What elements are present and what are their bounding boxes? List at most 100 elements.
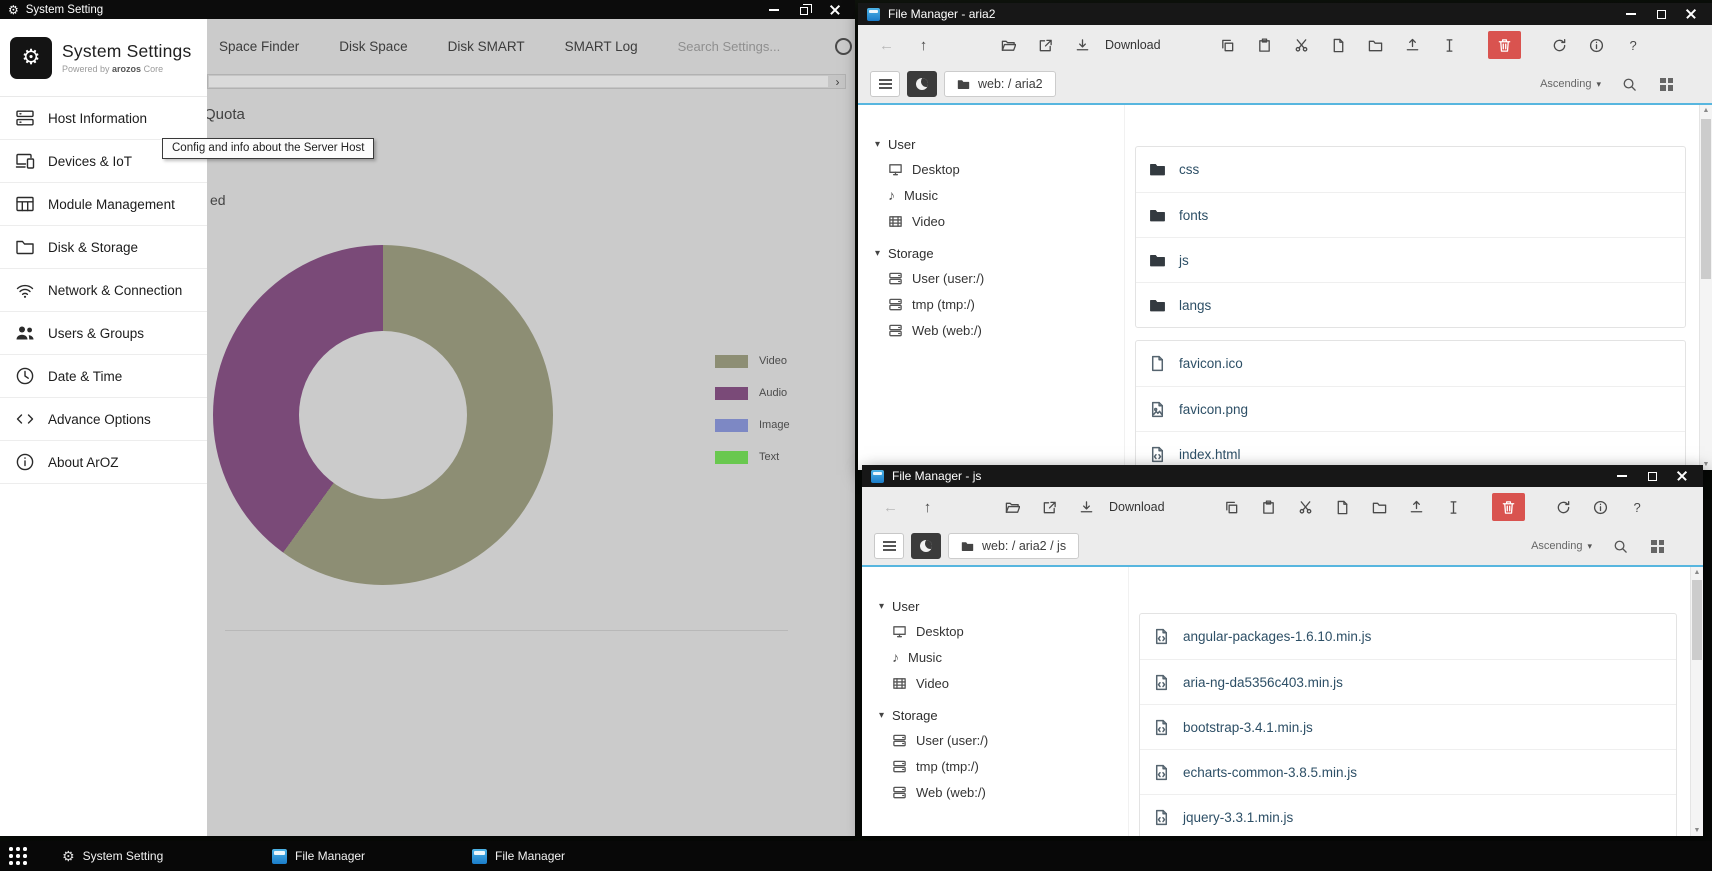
tree-item-tmp-drive[interactable]: tmp (tmp:/)	[888, 291, 1124, 317]
file-row[interactable]: fonts	[1136, 192, 1685, 237]
open-folder-button[interactable]	[992, 31, 1025, 59]
tabs-horizontal-scrollbar[interactable]: ›	[207, 74, 846, 89]
download-button[interactable]	[1066, 31, 1099, 59]
refresh-button[interactable]	[1543, 31, 1576, 59]
menu-button[interactable]	[874, 533, 904, 559]
open-new-window-button[interactable]	[1029, 31, 1062, 59]
delete-button[interactable]	[1488, 31, 1521, 59]
close-button[interactable]	[1667, 465, 1697, 487]
tree-section-storage[interactable]: ▾ Storage	[879, 703, 1128, 727]
scrollbar-thumb[interactable]	[1692, 580, 1702, 660]
rename-button[interactable]	[1437, 493, 1470, 521]
up-button[interactable]: ↑	[907, 31, 940, 59]
minimize-button[interactable]	[1607, 465, 1637, 487]
file-row[interactable]: echarts-common-3.8.5.min.js	[1140, 749, 1676, 794]
sidebar-item-date-time[interactable]: Date & Time	[0, 355, 207, 398]
scrollbar-thumb[interactable]	[1701, 119, 1711, 279]
fm-titlebar[interactable]: File Manager - js	[862, 465, 1703, 487]
file-row[interactable]: favicon.ico	[1136, 341, 1685, 386]
tree-item-video[interactable]: Video	[892, 670, 1128, 696]
settings-titlebar[interactable]: ⚙ System Setting	[0, 0, 855, 19]
close-button[interactable]	[1676, 3, 1706, 25]
download-label[interactable]: Download	[1107, 500, 1179, 514]
file-row[interactable]: css	[1136, 147, 1685, 192]
help-button[interactable]: ?	[1621, 493, 1654, 521]
sidebar-item-users-groups[interactable]: Users & Groups	[0, 312, 207, 355]
tree-item-desktop[interactable]: Desktop	[892, 618, 1128, 644]
breadcrumb[interactable]: web: / aria2 / js	[948, 533, 1079, 559]
download-button[interactable]	[1070, 493, 1103, 521]
back-button[interactable]: ←	[870, 31, 903, 59]
taskbar-item-file-manager-1[interactable]: File Manager	[272, 841, 365, 871]
refresh-button[interactable]	[1547, 493, 1580, 521]
cut-button[interactable]	[1289, 493, 1322, 521]
tree-item-web-drive[interactable]: Web (web:/)	[892, 779, 1128, 805]
grid-view-button[interactable]	[1651, 540, 1664, 553]
file-row[interactable]: aria-ng-da5356c403.min.js	[1140, 659, 1676, 704]
file-row[interactable]: favicon.png	[1136, 386, 1685, 431]
rename-button[interactable]	[1433, 31, 1466, 59]
scroll-right-arrow-icon[interactable]: ›	[830, 75, 845, 88]
back-button[interactable]: ←	[874, 493, 907, 521]
tree-item-web-drive[interactable]: Web (web:/)	[888, 317, 1124, 343]
maximize-button[interactable]	[1646, 3, 1676, 25]
file-row[interactable]: angular-packages-1.6.10.min.js	[1140, 614, 1676, 659]
copy-button[interactable]	[1211, 31, 1244, 59]
open-folder-button[interactable]	[996, 493, 1029, 521]
help-button[interactable]: ?	[1617, 31, 1650, 59]
paste-button[interactable]	[1248, 31, 1281, 59]
new-folder-button[interactable]	[1363, 493, 1396, 521]
minimize-button[interactable]	[1616, 3, 1646, 25]
info-button[interactable]	[1580, 31, 1613, 59]
file-row[interactable]: jquery-3.3.1.min.js	[1140, 794, 1676, 836]
tree-item-user-drive[interactable]: User (user:/)	[892, 727, 1128, 753]
file-row[interactable]: js	[1136, 237, 1685, 282]
sidebar-item-advance-options[interactable]: Advance Options	[0, 398, 207, 441]
new-file-button[interactable]	[1326, 493, 1359, 521]
sidebar-item-host-information[interactable]: Host Information	[0, 97, 207, 140]
grid-view-button[interactable]	[1660, 78, 1673, 91]
sort-order-dropdown[interactable]: Ascending ▾	[1531, 540, 1592, 552]
fm-titlebar[interactable]: File Manager - aria2	[858, 3, 1712, 25]
breadcrumb[interactable]: web: / aria2	[944, 71, 1056, 97]
file-row[interactable]: langs	[1136, 282, 1685, 327]
apps-grid-icon[interactable]	[9, 847, 27, 865]
delete-button[interactable]	[1492, 493, 1525, 521]
tab-smart-log[interactable]: SMART Log	[565, 39, 638, 54]
close-icon[interactable]	[829, 4, 841, 16]
tree-item-music[interactable]: ♪Music	[888, 182, 1124, 208]
sidebar-item-module-management[interactable]: Module Management	[0, 183, 207, 226]
sidebar-item-about-aroz[interactable]: About ArOZ	[0, 441, 207, 484]
maximize-button[interactable]	[1637, 465, 1667, 487]
scroll-down-arrow-icon[interactable]: ▼	[1691, 827, 1703, 834]
tab-disk-space[interactable]: Disk Space	[339, 39, 407, 54]
info-button[interactable]	[1584, 493, 1617, 521]
scroll-up-arrow-icon[interactable]: ▲	[1700, 107, 1712, 114]
taskbar-item-system-setting[interactable]: ⚙ System Setting	[62, 841, 163, 871]
upload-button[interactable]	[1400, 493, 1433, 521]
sidebar-item-network-connection[interactable]: Network & Connection	[0, 269, 207, 312]
tree-item-desktop[interactable]: Desktop	[888, 156, 1124, 182]
search-button[interactable]	[1613, 539, 1628, 554]
cut-button[interactable]	[1285, 31, 1318, 59]
upload-button[interactable]	[1396, 31, 1429, 59]
search-settings-input[interactable]	[678, 39, 828, 54]
tree-item-music[interactable]: ♪Music	[892, 644, 1128, 670]
file-row[interactable]: bootstrap-3.4.1.min.js	[1140, 704, 1676, 749]
tree-item-user-drive[interactable]: User (user:/)	[888, 265, 1124, 291]
dark-mode-button[interactable]	[907, 71, 937, 97]
paste-button[interactable]	[1252, 493, 1285, 521]
dark-mode-button[interactable]	[911, 533, 941, 559]
tab-disk-smart[interactable]: Disk SMART	[448, 39, 525, 54]
open-new-window-button[interactable]	[1033, 493, 1066, 521]
download-label[interactable]: Download	[1103, 38, 1175, 52]
scrollbar-thumb[interactable]	[209, 76, 828, 87]
minimize-icon[interactable]	[769, 9, 779, 11]
search-button[interactable]	[1622, 77, 1637, 92]
tab-space-finder[interactable]: Space Finder	[219, 39, 299, 54]
sort-order-dropdown[interactable]: Ascending ▾	[1540, 78, 1601, 90]
copy-button[interactable]	[1215, 493, 1248, 521]
taskbar-item-file-manager-2[interactable]: File Manager	[472, 841, 565, 871]
menu-button[interactable]	[870, 71, 900, 97]
tree-section-storage[interactable]: ▾ Storage	[875, 241, 1124, 265]
